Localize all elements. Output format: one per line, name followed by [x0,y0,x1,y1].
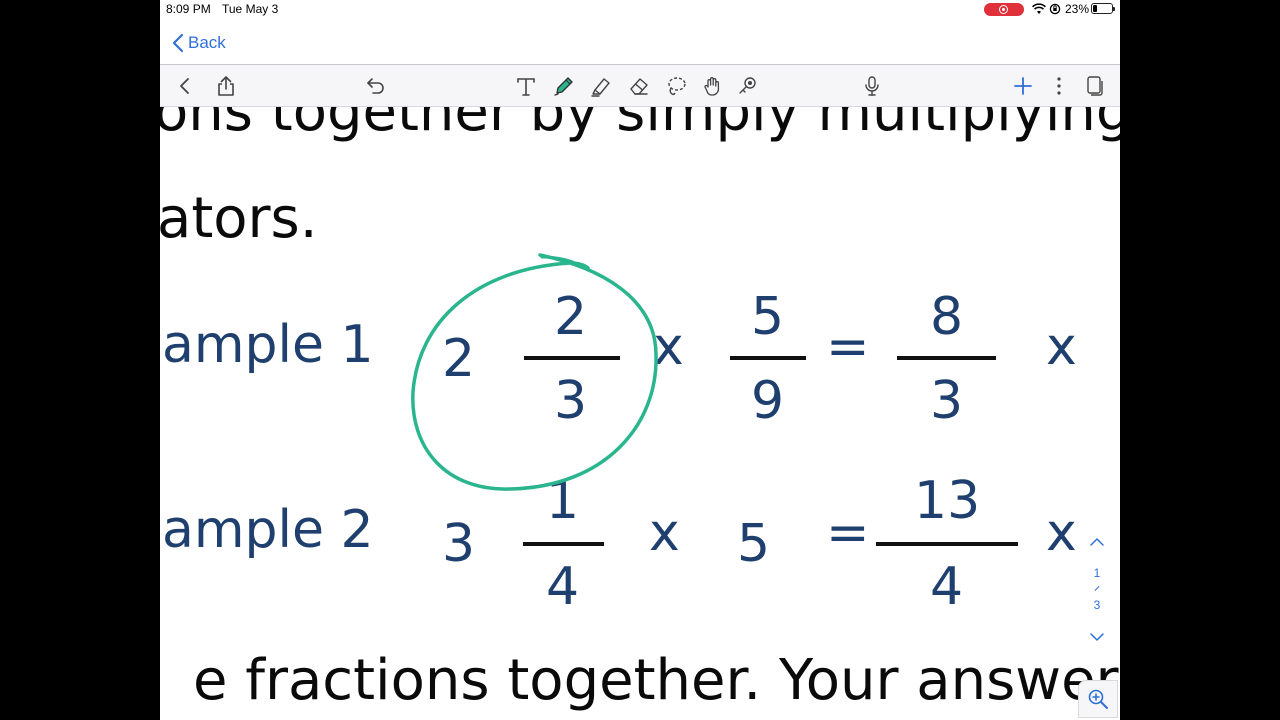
annotation-toolbar [160,65,1120,107]
example1-result-denominator: 3 [930,371,964,431]
eraser-tool-icon [630,78,648,95]
example2-numerator: 1 [546,471,580,531]
fraction-bar [876,542,1018,546]
example1-operator: x [653,317,684,377]
pen-circle-tail [540,255,587,270]
pages-icon [1087,76,1103,96]
status-date: Tue May 3 [222,2,279,16]
example1-denominator2: 9 [751,371,785,431]
battery-percent: 23% [1065,2,1090,16]
example1-whole: 2 [442,329,476,389]
record-audio-button[interactable] [859,73,885,99]
fraction-bar [897,356,996,360]
example1-operator: x [1046,317,1077,377]
status-bar: 8:09 PM Tue May 3 23% [160,0,1120,20]
pages-button[interactable] [1081,73,1107,99]
eraser-tool-button[interactable] [626,73,652,99]
page-total: 3 [1093,598,1101,612]
plus-icon [1014,77,1032,95]
battery-icon [1091,3,1115,14]
undo-icon [367,78,384,94]
wifi-icon [1032,3,1046,14]
share-icon [218,76,234,96]
document-text-line: ons together by simply multiplying t [160,107,1120,144]
microphone-icon [865,76,879,96]
document-page[interactable]: ons together by simply multiplying t ato… [160,107,1120,720]
zoom-button[interactable] [1078,680,1118,718]
chevron-down-icon[interactable] [1087,630,1107,644]
pen-tool-button[interactable] [551,73,577,99]
fraction-bar [730,356,806,360]
example2-equals: = [826,503,870,563]
share-button[interactable] [213,73,239,99]
example2-operator: x [649,503,680,563]
page-current: 1 [1093,566,1101,580]
more-button[interactable] [1046,73,1072,99]
pen-tool-icon [554,77,573,96]
ipad-screen: 8:09 PM Tue May 3 23% Back ons together … [160,0,1120,720]
example2-denominator: 4 [546,557,580,617]
document-text-line: ators. [160,186,318,251]
example2-result-numerator: 13 [914,471,981,531]
example1-result-numerator: 8 [930,287,964,347]
lasso-tool-button[interactable] [663,73,689,99]
back-button[interactable]: Back [172,31,226,55]
collapse-button[interactable] [172,73,198,99]
text-tool-button[interactable] [513,73,539,99]
laser-pointer-icon [739,77,756,94]
hand-tool-icon [704,77,720,96]
zoom-in-icon [1088,689,1108,709]
example2-label: ample 2 [162,500,374,560]
example1-denominator: 3 [554,371,588,431]
page-indicator: 1 3 [1085,535,1109,647]
lasso-tool-icon [668,77,686,96]
text-tool-icon [517,78,535,96]
status-time: 8:09 PM [166,2,211,16]
screen-recording-icon[interactable] [984,3,1024,16]
chevron-up-icon[interactable] [1087,535,1107,549]
example1-numerator: 2 [554,287,588,347]
example2-number: 5 [737,514,771,574]
chevron-left-icon [180,78,189,94]
fraction-bar [524,356,620,360]
chevron-left-icon [172,33,184,53]
laser-pointer-button[interactable] [735,73,761,99]
example2-operator: x [1046,503,1077,563]
hand-tool-button[interactable] [700,73,726,99]
orientation-lock-icon [1049,3,1061,15]
add-button[interactable] [1010,73,1036,99]
example1-equals: = [826,317,870,377]
more-vertical-icon [1057,77,1061,95]
undo-button[interactable] [363,73,389,99]
nav-bar: Back [160,22,1120,64]
example1-label: ample 1 [162,315,374,375]
document-text-line: e fractions together. Your answer ca [193,648,1120,713]
highlighter-tool-icon [591,78,610,97]
page-separator [1094,586,1100,591]
example1-numerator2: 5 [751,287,785,347]
back-label: Back [188,33,226,52]
example2-whole: 3 [442,514,476,574]
highlighter-tool-button[interactable] [588,73,614,99]
fraction-bar [523,542,604,546]
example2-result-denominator: 4 [930,557,964,617]
